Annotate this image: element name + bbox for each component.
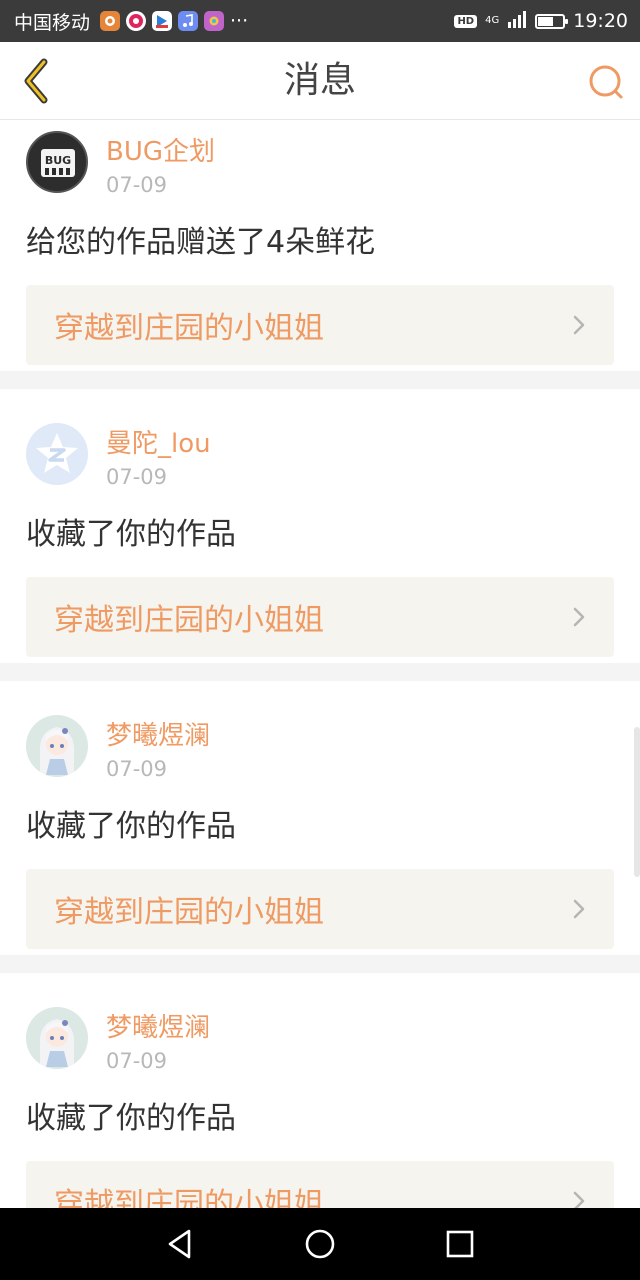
nav-recents-button[interactable] [436, 1220, 484, 1268]
anime-girl-avatar [39, 1019, 75, 1067]
more-notifications: ··· [230, 10, 249, 32]
work-link[interactable]: 穿越到庄园的小姐姐 [26, 869, 614, 949]
red-circle-app-icon [126, 11, 147, 31]
network-type: 4G [485, 15, 500, 26]
chevron-right-icon [572, 898, 586, 920]
chevron-right-icon [572, 1190, 586, 1208]
message-header: BUG BUG企划 07-09 [26, 121, 614, 203]
work-link[interactable]: 穿越到庄园的小姐姐 [26, 577, 614, 657]
nav-back-button[interactable] [156, 1220, 204, 1268]
work-title: 穿越到庄园的小姐姐 [54, 1187, 324, 1208]
system-nav-bar [0, 1208, 640, 1280]
message-time: 07-09 [106, 465, 168, 489]
qq-default-avatar [36, 433, 78, 473]
status-left: 中国移动 ··· [14, 8, 248, 35]
work-title: 穿越到庄园的小姐姐 [54, 311, 324, 346]
status-bar: 中国移动 ··· HD 4G 19:20 [0, 0, 640, 42]
message-list[interactable]: BUG BUG企划 07-09 给您的作品赠送了4朵鲜花 穿越到庄园的小姐姐 曼… [0, 121, 640, 1208]
message-card: 曼陀_lou 07-09 收藏了你的作品 穿越到庄园的小姐姐 [0, 389, 640, 663]
username[interactable]: 梦曦煜澜 [106, 715, 210, 752]
bug-logo-avatar: BUG [41, 149, 75, 177]
message-time: 07-09 [106, 173, 168, 197]
work-link[interactable]: 穿越到庄园的小姐姐 [26, 285, 614, 365]
work-title: 穿越到庄园的小姐姐 [54, 895, 324, 930]
nav-home-button[interactable] [296, 1220, 344, 1268]
message-text: 给您的作品赠送了4朵鲜花 [26, 225, 376, 260]
list-divider [0, 371, 640, 389]
message-card: BUG BUG企划 07-09 给您的作品赠送了4朵鲜花 穿越到庄园的小姐姐 [0, 121, 640, 371]
avatar[interactable]: BUG [26, 131, 88, 193]
message-text: 收藏了你的作品 [26, 1101, 236, 1136]
music-app-icon [178, 11, 199, 31]
message-card: 梦曦煜澜 07-09 收藏了你的作品 穿越到庄园的小姐姐 [0, 681, 640, 955]
svg-text:BUG: BUG [45, 154, 71, 167]
avatar[interactable] [26, 423, 88, 485]
page-title: 消息 [283, 60, 356, 101]
work-title: 穿越到庄园的小姐姐 [54, 603, 324, 638]
message-text: 收藏了你的作品 [26, 517, 236, 552]
search-button[interactable] [586, 62, 626, 102]
clock: 19:20 [573, 10, 628, 32]
message-list-content: BUG BUG企划 07-09 给您的作品赠送了4朵鲜花 穿越到庄园的小姐姐 曼… [0, 121, 640, 1208]
header: 消息 [0, 42, 640, 120]
work-link[interactable]: 穿越到庄园的小姐姐 [26, 1161, 614, 1208]
recents-square-icon [446, 1230, 474, 1258]
username[interactable]: BUG企划 [106, 131, 215, 168]
avatar[interactable] [26, 1007, 88, 1069]
signal-icon [507, 10, 527, 33]
message-header: 梦曦煜澜 07-09 [26, 681, 614, 787]
chevron-right-icon [572, 606, 586, 628]
camera-app-icon [204, 11, 225, 31]
message-header: 梦曦煜澜 07-09 [26, 973, 614, 1079]
message-header: 曼陀_lou 07-09 [26, 389, 614, 495]
list-divider [0, 663, 640, 681]
message-text: 收藏了你的作品 [26, 809, 236, 844]
message-card: 梦曦煜澜 07-09 收藏了你的作品 穿越到庄园的小姐姐 [0, 973, 640, 1208]
hd-badge: HD [454, 14, 478, 28]
home-circle-icon [305, 1229, 335, 1259]
anime-girl-avatar [39, 727, 75, 775]
username[interactable]: 曼陀_lou [106, 423, 211, 460]
username[interactable]: 梦曦煜澜 [106, 1007, 210, 1044]
back-triangle-icon [168, 1229, 191, 1259]
message-time: 07-09 [106, 757, 168, 781]
status-right: HD 4G 19:20 [454, 10, 628, 33]
squirrel-app-icon [100, 11, 121, 31]
search-icon [589, 65, 623, 99]
chevron-right-icon [572, 314, 586, 336]
avatar[interactable] [26, 715, 88, 777]
battery-icon [535, 13, 569, 29]
scrollbar[interactable] [634, 727, 640, 877]
battery-level [538, 16, 553, 26]
list-divider [0, 955, 640, 973]
video-app-icon [152, 11, 173, 31]
carrier-label: 中国移动 [14, 11, 91, 34]
message-time: 07-09 [106, 1049, 168, 1073]
